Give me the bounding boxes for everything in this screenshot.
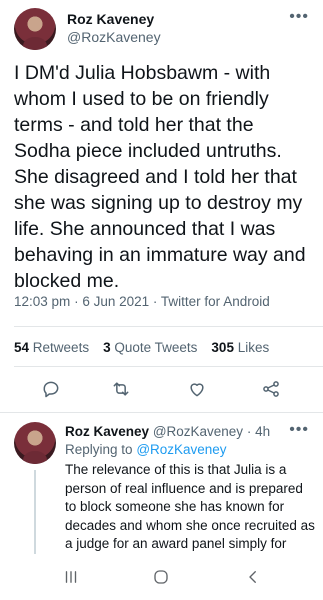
likes-stat[interactable]: 305 Likes [211,340,269,355]
recent-apps-icon [65,571,77,583]
likes-count: 305 [211,340,234,355]
tweet-source: Twitter for Android [160,294,270,309]
reply-author-name[interactable]: Roz Kaveney [65,424,149,439]
retweet-button[interactable] [108,376,134,402]
tweet-time: 12:03 pm [14,294,71,309]
like-icon [190,383,204,397]
replying-prefix: Replying to [65,442,133,457]
tweet-text: I DM'd Julia Hobsbawm - with whom I used… [14,62,306,292]
reply-button[interactable] [38,376,64,402]
home-icon [154,570,168,584]
back-icon [249,571,256,583]
author-handle[interactable]: @RozKaveney [67,29,161,45]
retweets-stat[interactable]: 54 Retweets [14,340,89,355]
retweet-icon [113,382,129,396]
retweets-label: Retweets [32,340,90,355]
divider [0,412,323,413]
more-options-icon[interactable]: ••• [289,421,309,439]
author-name[interactable]: Roz Kaveney [67,11,154,27]
divider [14,326,323,327]
share-button[interactable] [258,376,284,402]
divider [14,366,323,367]
retweets-count: 54 [14,340,30,355]
share-icon [263,381,279,397]
reply-header: Roz Kaveney @RozKaveney · 4h [65,424,270,439]
more-options-icon[interactable]: ••• [289,8,309,26]
quotes-count: 3 [103,340,111,355]
quotes-stat[interactable]: 3 Quote Tweets [103,340,197,355]
android-navigation-bar [0,554,323,600]
tweet-meta: 12:03 pm · 6 Jun 2021 · Twitter for Andr… [14,294,270,309]
action-bar [0,376,323,406]
meta-separator: · [74,294,79,309]
avatar[interactable] [14,422,56,464]
quotes-label: Quote Tweets [114,340,198,355]
reply-age: 4h [255,424,271,439]
reply-icon [43,381,59,398]
back-button[interactable] [240,564,266,590]
replying-to: Replying to @RozKaveney [65,442,227,457]
recent-apps-button[interactable] [58,564,84,590]
replying-handle-link[interactable]: @RozKaveney [136,442,226,457]
reply-author-handle[interactable]: @RozKaveney [153,424,243,439]
home-button[interactable] [148,564,174,590]
likes-label: Likes [237,340,270,355]
avatar[interactable] [14,8,56,50]
engagement-stats: 54 Retweets 3 Quote Tweets 305 Likes [14,340,269,355]
meta-separator: · [152,294,158,309]
like-button[interactable] [184,376,210,402]
reply-separator: · [246,424,252,439]
tweet-date: 6 Jun 2021 [82,294,150,309]
